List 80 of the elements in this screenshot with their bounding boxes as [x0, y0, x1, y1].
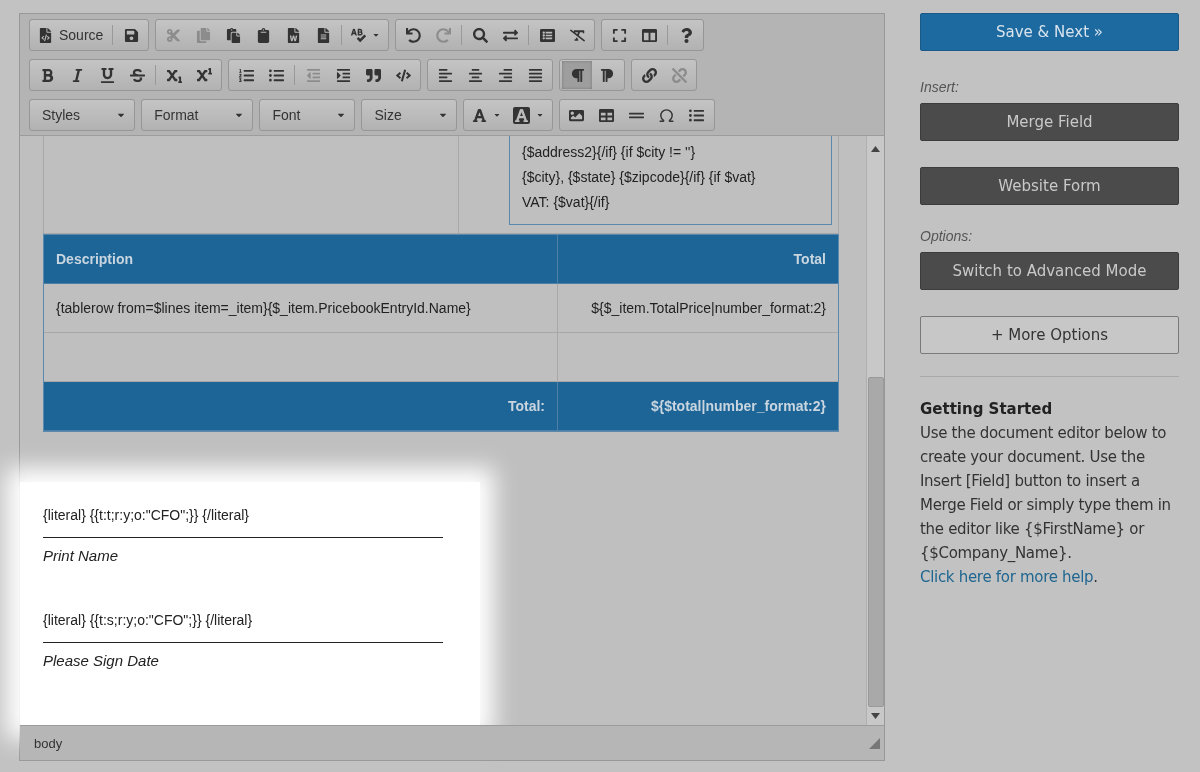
align-center-icon — [467, 67, 483, 83]
help-title: Getting Started — [920, 399, 1054, 420]
source-button[interactable]: Source — [32, 21, 110, 49]
table-cell: {tablerow from=$lines item=_item}{$_item.PricebookEntryId.Name} — [44, 284, 558, 333]
caret-icon — [492, 111, 501, 119]
columns-icon — [641, 27, 657, 43]
text-color-icon — [471, 107, 487, 123]
help-text: Use the document editor below to create your document. Use the Insert [Field] button to insert a Merge Field or simply type them in the editor like {$FirstName} or {$Company_Name}. Click here for more help. — [920, 423, 1172, 588]
dropdown[interactable]: Font — [262, 101, 353, 129]
align-right-icon — [497, 67, 513, 83]
subscript-icon — [166, 67, 182, 83]
column-header: Total — [558, 235, 838, 284]
total-cell: ${$total|number_format:2} — [558, 382, 838, 431]
table-cell: ${$_item.TotalPrice|number_format:2} — [558, 284, 838, 333]
paragraph-icon — [599, 67, 615, 83]
spellcheck-icon — [351, 27, 367, 43]
sidebar-button[interactable]: Website Form — [920, 167, 1179, 205]
scissors-icon — [165, 27, 181, 43]
omega-icon — [658, 106, 676, 124]
caret-icon — [535, 111, 544, 119]
align-left-icon — [437, 67, 453, 83]
element-path[interactable]: body — [34, 735, 63, 751]
outdent-icon — [305, 67, 321, 83]
scroll-up-icon[interactable] — [871, 146, 880, 152]
signature-caption: Print Name — [43, 547, 120, 564]
redo-icon — [435, 27, 451, 43]
total-cell: Total: — [44, 382, 558, 431]
numbered-list-icon — [238, 67, 254, 83]
swap-arrows-icon — [502, 27, 518, 43]
column-header: Description — [44, 235, 558, 284]
list-icon — [539, 27, 555, 43]
address-line: {$address2}{/if} {if $city != ''} — [522, 143, 697, 162]
sidebar-button[interactable]: Switch to Advanced Mode — [920, 252, 1179, 290]
list-icon — [689, 107, 705, 123]
image-icon — [569, 107, 585, 123]
signature-caption: Please Sign Date — [43, 652, 160, 669]
sidebar-button[interactable]: Merge Field — [920, 103, 1179, 141]
quote-icon — [365, 67, 381, 83]
scrollbar[interactable] — [866, 136, 884, 725]
scrollbar-thumb[interactable] — [867, 377, 884, 707]
maximize-icon — [611, 27, 627, 43]
copy-icon — [195, 27, 211, 43]
help-link[interactable]: Click here for more help — [920, 568, 1094, 586]
caret-icon — [372, 31, 381, 39]
dropdown[interactable]: Format — [144, 101, 251, 129]
dropdown[interactable]: Size — [364, 101, 454, 129]
address-line: VAT: {$vat}{/if} — [522, 193, 611, 212]
clipboard-icon — [225, 27, 241, 43]
code-icon — [395, 67, 411, 83]
indent-icon — [335, 67, 351, 83]
resize-grip-icon[interactable] — [869, 737, 880, 749]
bold-icon — [39, 67, 55, 83]
background-color-icon — [512, 106, 530, 124]
section-label: Insert: — [920, 79, 960, 95]
save-next-button[interactable]: Save & Next » — [920, 13, 1179, 51]
strikethrough-icon — [129, 67, 145, 83]
signature-tag: {literal} {{t:s;r:y;o:"CFO";}} {/literal} — [43, 612, 480, 628]
unlink-icon — [671, 67, 687, 83]
remove-format-icon — [569, 27, 585, 43]
save-icon — [123, 27, 139, 43]
sidebar-button[interactable]: + More Options — [920, 316, 1179, 354]
toolbar-button[interactable] — [562, 61, 592, 89]
paragraph-icon — [569, 67, 585, 83]
section-label: Options: — [920, 228, 974, 244]
table-icon — [599, 107, 615, 123]
bulleted-list-icon — [268, 67, 284, 83]
word-document-icon — [285, 27, 301, 43]
signature-tag: {literal} {{t:t;r:y;o:"CFO";}} {/literal} — [43, 507, 480, 523]
justify-icon — [527, 67, 543, 83]
dropdown[interactable]: Styles — [32, 101, 133, 129]
search-icon — [472, 27, 488, 43]
scroll-down-icon[interactable] — [871, 713, 880, 719]
superscript-icon — [196, 67, 212, 83]
link-icon — [641, 67, 657, 83]
document-icon — [315, 27, 331, 43]
undo-icon — [405, 27, 421, 43]
address-line: {$city}, {$state} {$zipcode}{/if} {if $vat} — [522, 168, 757, 187]
underline-icon — [99, 67, 115, 83]
source-code-icon — [38, 27, 53, 43]
clipboard-icon — [255, 27, 271, 43]
